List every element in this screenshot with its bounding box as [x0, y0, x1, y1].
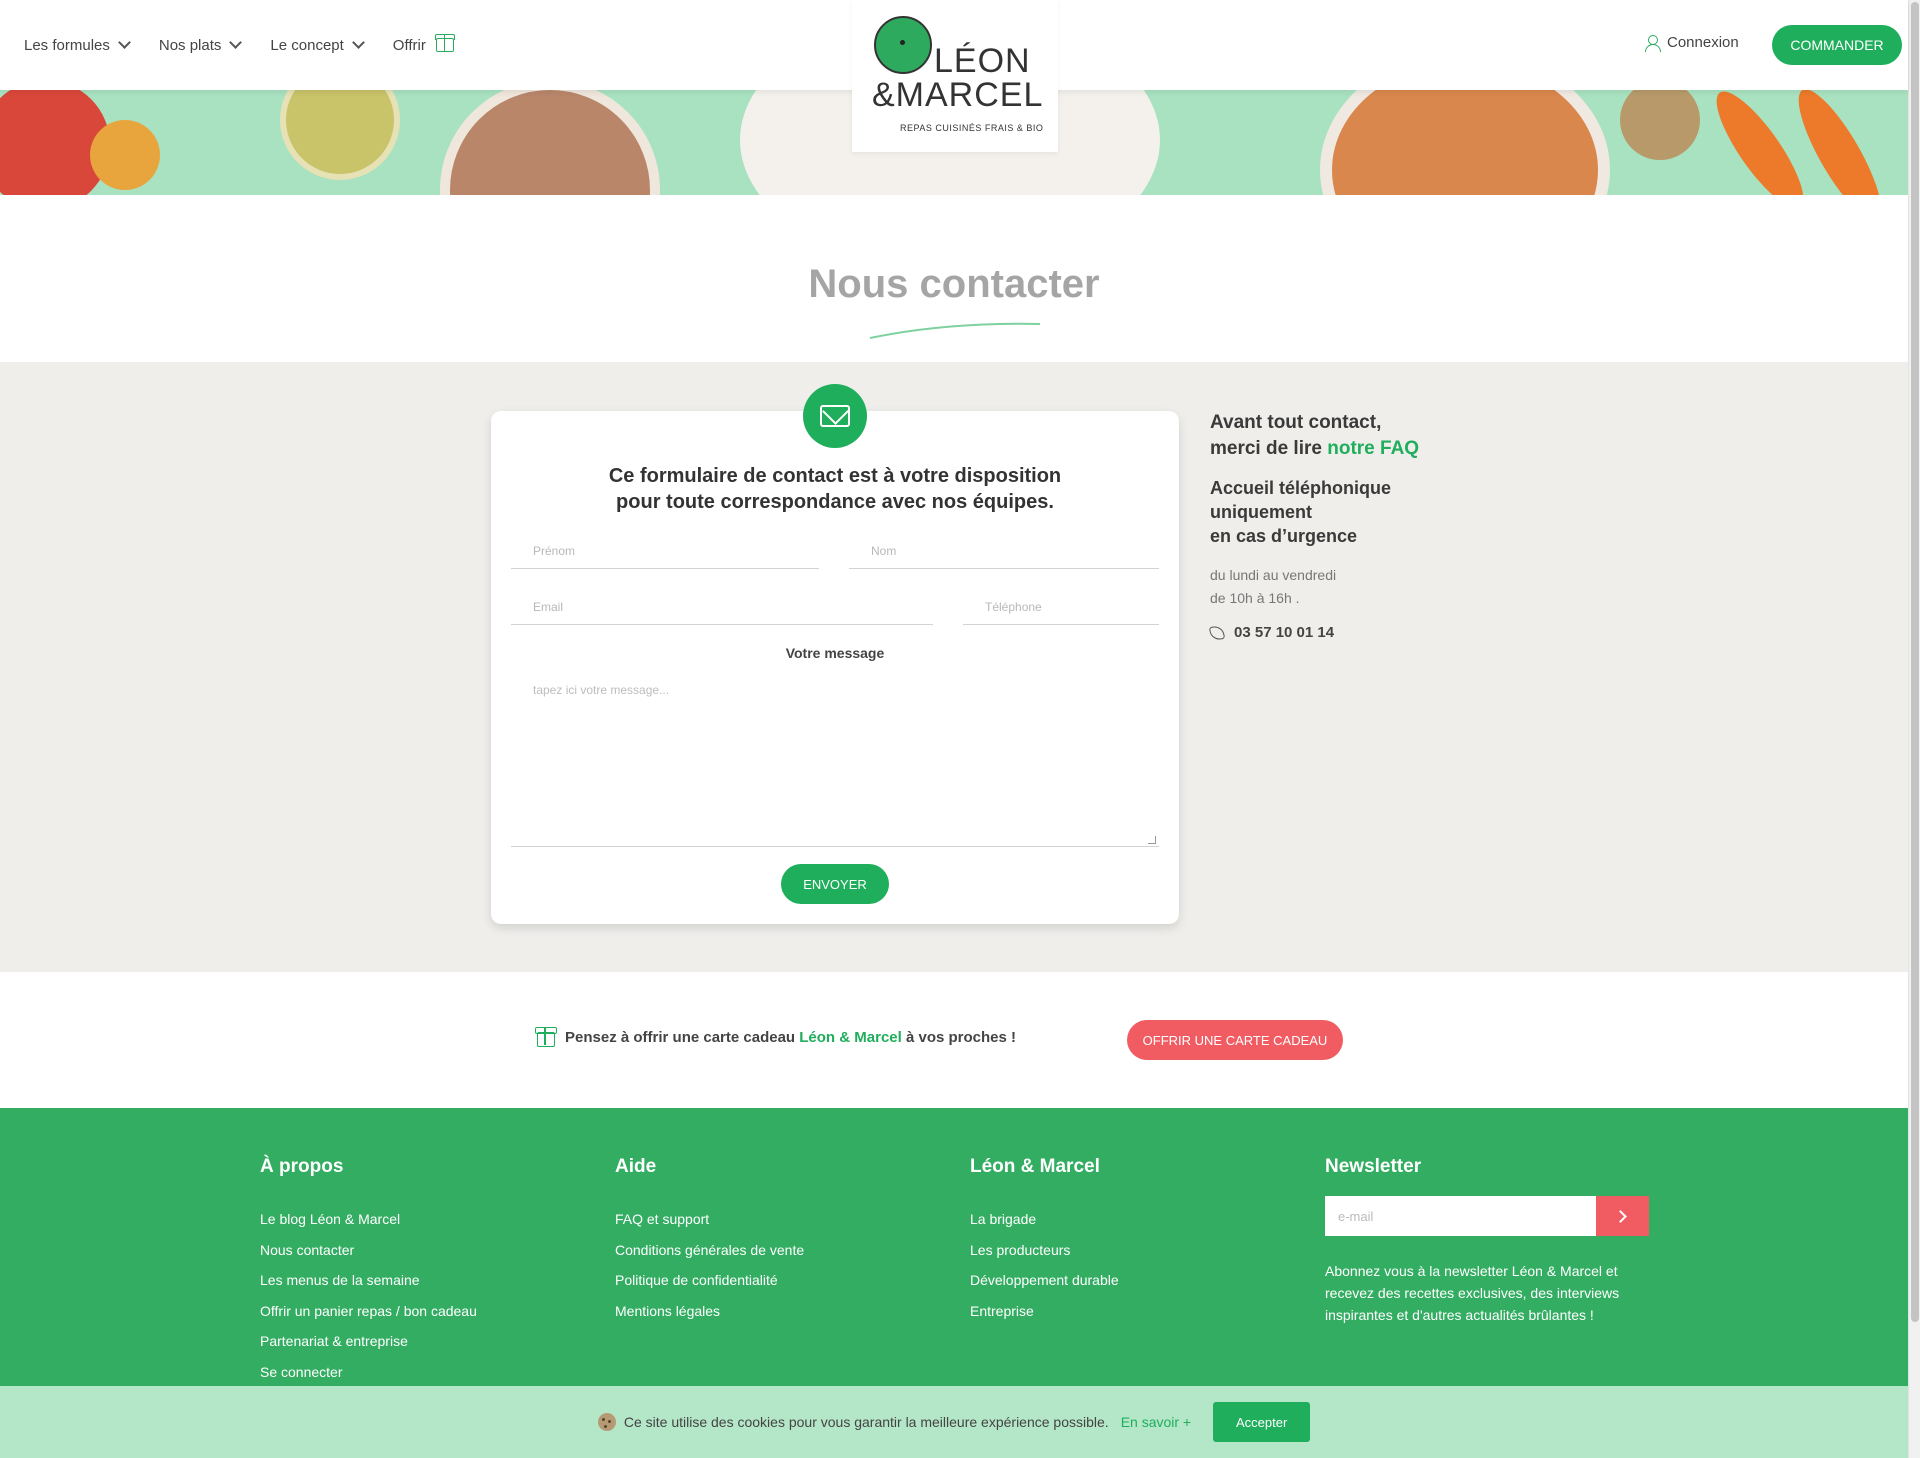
lastname-input[interactable]	[849, 533, 1159, 569]
firstname-input[interactable]	[511, 533, 819, 569]
gift-text-suffix: à vos proches !	[901, 1029, 1017, 1046]
footer-link-gift[interactable]: Offrir un panier repas / bon cadeau	[260, 1296, 477, 1327]
form-title-line1: Ce formulaire de contact est à votre dis…	[608, 465, 1062, 487]
opening-hours: du lundi au vendredi de 10h à 16h .	[1210, 564, 1470, 610]
footer-column-help: Aide FAQ et support Conditions générales…	[615, 1156, 804, 1326]
footer-link-business[interactable]: Entreprise	[970, 1296, 1119, 1327]
footer-link-sustainability[interactable]: Développement durable	[970, 1265, 1119, 1296]
footer-link-cgv[interactable]: Conditions générales de vente	[615, 1235, 804, 1266]
phone-input[interactable]	[963, 589, 1159, 625]
tomato-image	[90, 120, 160, 190]
footer-column-about: À propos Le blog Léon & Marcel Nous cont…	[260, 1156, 477, 1387]
faq-notice: Avant tout contact, merci de lire notre …	[1210, 410, 1470, 462]
cookie-accept-button[interactable]: Accepter	[1213, 1402, 1311, 1442]
gift-card-promo: Pensez à offrir une carte cadeau Léon & …	[535, 1027, 1016, 1047]
footer-link-faq[interactable]: FAQ et support	[615, 1204, 804, 1235]
urgent-phone-heading: Accueil téléphonique uniquement en cas d…	[1210, 476, 1470, 548]
nav-label: Le concept	[270, 36, 344, 54]
wooden-spoon-image	[1620, 90, 1700, 160]
gift-text-prefix: Pensez à offrir une carte cadeau	[565, 1029, 800, 1046]
footer-link-blog[interactable]: Le blog Léon & Marcel	[260, 1204, 477, 1235]
urgent-line3: en cas d’urgence	[1210, 526, 1358, 546]
nav-label: Offrir	[392, 36, 426, 54]
phone-number: 03 57 10 01 14	[1234, 624, 1335, 641]
chevron-down-icon	[118, 36, 131, 49]
urgent-line1: Accueil téléphonique	[1210, 478, 1392, 498]
message-textarea[interactable]	[511, 673, 1159, 847]
footer-link-menus[interactable]: Les menus de la semaine	[260, 1265, 477, 1296]
cookie-icon	[597, 1413, 616, 1431]
nav-offrir[interactable]: Offrir	[392, 34, 455, 54]
form-title: Ce formulaire de contact est à votre dis…	[491, 463, 1179, 515]
nav-label: Nos plats	[158, 36, 222, 54]
submit-button[interactable]: ENVOYER	[781, 864, 889, 904]
form-title-line2: pour toute correspondance avec nos équip…	[616, 491, 1054, 513]
footer-heading: Newsletter	[1325, 1156, 1422, 1177]
hours-line1: du lundi au vendredi	[1210, 567, 1337, 583]
faq-notice-line1: Avant tout contact,	[1210, 412, 1382, 433]
nav-le-concept[interactable]: Le concept	[270, 36, 365, 54]
chevron-down-icon	[229, 36, 243, 49]
page-scrollbar[interactable]	[1908, 0, 1920, 1458]
gift-brand: Léon & Marcel	[799, 1029, 902, 1046]
footer-link-privacy[interactable]: Politique de confidentialité	[615, 1265, 804, 1296]
order-button[interactable]: COMMANDER	[1772, 25, 1902, 65]
user-icon	[1645, 35, 1661, 52]
newsletter-email-input[interactable]	[1325, 1196, 1597, 1236]
cookie-banner: Ce site utilise des cookies pour vous ga…	[0, 1386, 1908, 1458]
urgent-line2: uniquement	[1210, 502, 1312, 522]
zucchini-bowl-image	[280, 90, 400, 180]
phone-icon	[1208, 624, 1226, 641]
phone-number-link[interactable]: 03 57 10 01 14	[1208, 624, 1470, 641]
nav-label: Les formules	[24, 36, 110, 54]
faq-notice-line2: merci de lire notre FAQ	[1210, 436, 1470, 462]
contact-form-card: Ce formulaire de contact est à votre dis…	[491, 411, 1179, 924]
message-label: Votre message	[785, 645, 885, 661]
footer-heading: Léon & Marcel	[970, 1156, 1100, 1177]
logo-tagline: REPAS CUISINÉS FRAIS & BIO	[900, 123, 1044, 133]
scrollbar-thumb[interactable]	[1911, 2, 1919, 1322]
chevron-down-icon	[351, 36, 365, 49]
site-logo[interactable]: LÉON &MARCEL REPAS CUISINÉS FRAIS & BIO	[852, 0, 1058, 152]
footer-link-legal[interactable]: Mentions légales	[615, 1296, 804, 1327]
email-input[interactable]	[511, 589, 933, 625]
hours-line2: de 10h à 16h .	[1210, 590, 1300, 606]
main-nav: Les formules Nos plats Le concept Offrir	[24, 0, 455, 90]
gift-icon	[535, 1027, 557, 1047]
cookie-more-link[interactable]: En savoir +	[1121, 1414, 1191, 1430]
faq-notice-prefix: merci de lire	[1210, 438, 1328, 459]
login-label: Connexion	[1667, 34, 1739, 51]
footer-link-contact[interactable]: Nous contacter	[260, 1235, 477, 1266]
nav-les-formules[interactable]: Les formules	[24, 36, 131, 54]
cookie-text: Ce site utilise des cookies pour vous ga…	[623, 1414, 1109, 1430]
footer-link-brigade[interactable]: La brigade	[970, 1204, 1119, 1235]
title-underline-decoration	[869, 322, 1041, 339]
page-title: Nous contacter	[808, 262, 1100, 306]
logo-pot-icon	[874, 16, 932, 74]
footer-link-login[interactable]: Se connecter	[260, 1357, 477, 1388]
footer-link-partnership[interactable]: Partenariat & entreprise	[260, 1326, 477, 1357]
login-link[interactable]: Connexion	[1645, 34, 1739, 52]
newsletter-submit-button[interactable]	[1596, 1196, 1649, 1236]
envelope-icon	[820, 405, 850, 427]
footer-heading: Aide	[615, 1156, 657, 1177]
dish-plate-image	[440, 90, 660, 195]
nav-nos-plats[interactable]: Nos plats	[158, 36, 243, 54]
resize-handle-icon[interactable]	[1148, 836, 1156, 844]
faq-link[interactable]: notre FAQ	[1327, 438, 1419, 459]
footer-link-producers[interactable]: Les producteurs	[970, 1235, 1119, 1266]
logo-line2: &MARCEL	[872, 76, 1044, 114]
newsletter-description: Abonnez vous à la newsletter Léon & Marc…	[1325, 1263, 1620, 1323]
gift-card-button[interactable]: OFFRIR UNE CARTE CADEAU	[1127, 1020, 1343, 1060]
carrot-image	[1785, 90, 1895, 195]
gift-promo-text: Pensez à offrir une carte cadeau Léon & …	[565, 1029, 1016, 1046]
dish-plate-image	[1320, 90, 1610, 195]
gift-icon	[434, 34, 455, 52]
footer-column-brand: Léon & Marcel La brigade Les producteurs…	[970, 1156, 1119, 1326]
mail-icon	[803, 384, 867, 448]
contact-info-panel: Avant tout contact, merci de lire notre …	[1208, 410, 1470, 641]
footer-heading: À propos	[260, 1156, 344, 1177]
